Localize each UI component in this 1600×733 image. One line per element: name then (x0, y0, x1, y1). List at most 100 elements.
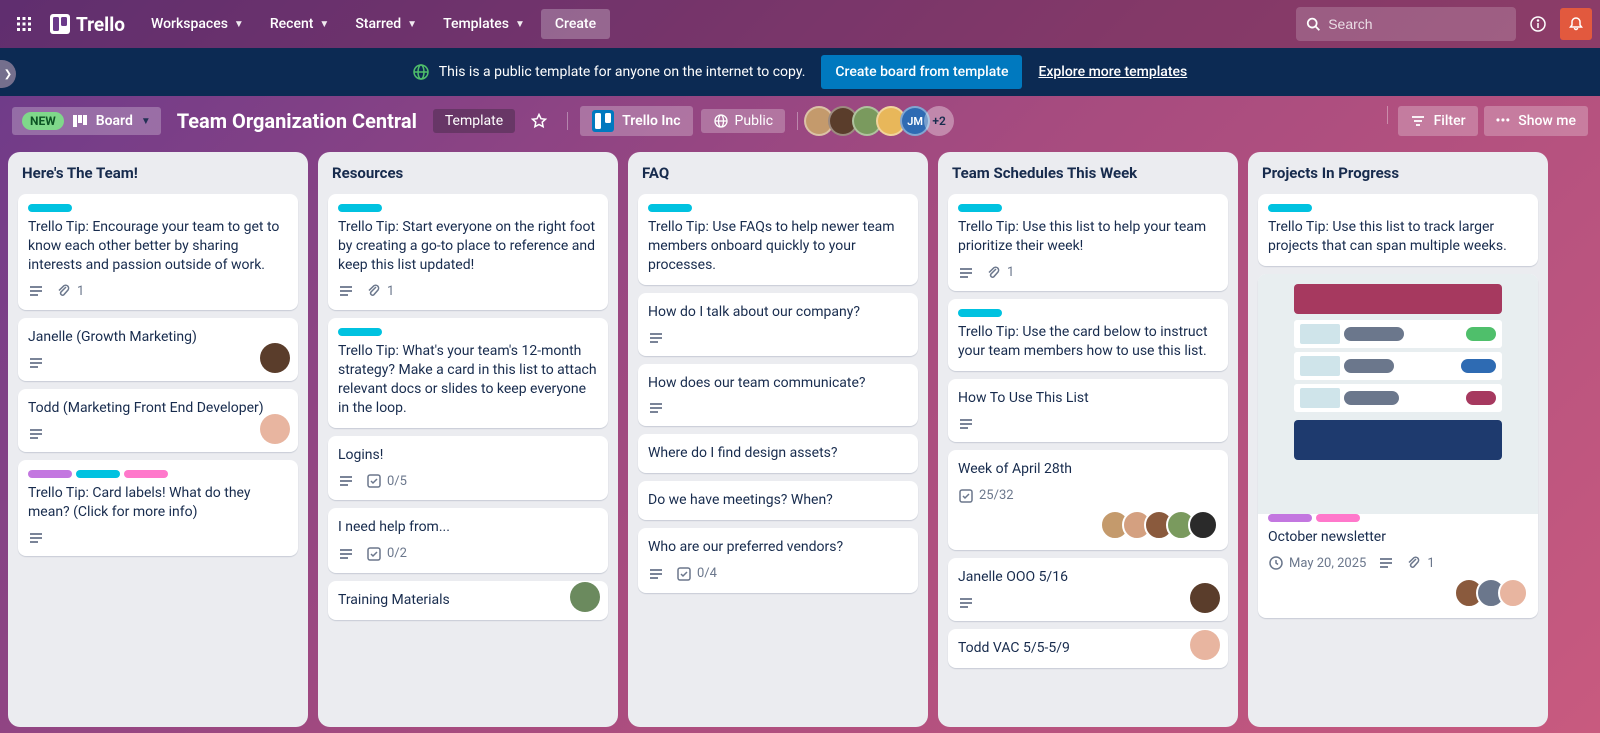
card[interactable]: Janelle (Growth Marketing) (18, 318, 298, 381)
card[interactable]: Week of April 28th25/32 (948, 450, 1228, 550)
list: Projects In Progress Trello Tip: Use this… (1248, 152, 1548, 727)
card[interactable]: Todd VAC 5/5-5/9 (948, 629, 1228, 668)
card-labels (648, 204, 908, 212)
card-title: I need help from... (338, 518, 598, 537)
card-badges: May 20, 20251 (1268, 555, 1528, 573)
description-icon (648, 330, 664, 346)
list-title[interactable]: Team Schedules This Week (948, 162, 1228, 186)
nav-menu-workspaces[interactable]: Workspaces▼ (139, 10, 256, 38)
board-view-switcher[interactable]: NEW Board ▼ (12, 107, 161, 135)
nav-menu-templates[interactable]: Templates▼ (431, 10, 537, 38)
card[interactable]: Todd (Marketing Front End Developer) (18, 389, 298, 452)
filter-button[interactable]: Filter (1398, 106, 1478, 136)
card[interactable]: Where do I find design assets? (638, 434, 918, 473)
card-label[interactable] (28, 204, 72, 212)
board-title[interactable]: Team Organization Central (169, 109, 425, 133)
checklist-icon (676, 566, 692, 582)
show-menu-button[interactable]: ••• Show me (1484, 106, 1588, 136)
card[interactable]: Janelle OOO 5/16 (948, 558, 1228, 621)
card[interactable]: Logins!0/5 (328, 436, 608, 500)
card-badges: 1 (338, 283, 598, 301)
card-labels (1268, 204, 1528, 212)
card[interactable]: Who are our preferred vendors?0/4 (638, 528, 918, 592)
card[interactable]: How To Use This List (948, 379, 1228, 442)
list-title[interactable]: Resources (328, 162, 608, 186)
nav-menu-starred[interactable]: Starred▼ (343, 10, 429, 38)
card[interactable]: Trello Tip: What's your team's 12-month … (328, 318, 608, 428)
workspace-chip[interactable]: Trello Inc (580, 106, 692, 136)
description-badge (648, 330, 664, 346)
card-badges (958, 416, 1218, 432)
card[interactable]: Trello Tip: Use this list to track large… (1258, 194, 1538, 266)
new-badge: NEW (22, 112, 64, 130)
card-title: How does our team communicate? (648, 374, 908, 393)
checklist-icon (958, 488, 974, 504)
card-label[interactable] (1268, 514, 1312, 522)
nav-menu-recent[interactable]: Recent▼ (258, 10, 341, 38)
card-member-avatar[interactable] (570, 582, 600, 612)
card-labels (28, 470, 288, 478)
card[interactable]: Trello Tip: Use FAQs to help newer team … (638, 194, 918, 285)
card-badges (958, 595, 1218, 611)
card-label[interactable] (648, 204, 692, 212)
card[interactable]: Trello Tip: Card labels! What do they me… (18, 460, 298, 556)
card-label[interactable] (338, 328, 382, 336)
list-title[interactable]: Projects In Progress (1258, 162, 1538, 186)
card[interactable]: Trello Tip: Encourage your team to get t… (18, 194, 298, 310)
search-box[interactable] (1296, 7, 1516, 41)
card[interactable]: Trello Tip: Start everyone on the right … (328, 194, 608, 310)
more-icon: ••• (1496, 113, 1511, 129)
card-label[interactable] (1316, 514, 1360, 522)
card[interactable]: How does our team communicate? (638, 364, 918, 427)
attachment-icon (56, 283, 72, 299)
list-title[interactable]: FAQ (638, 162, 918, 186)
apps-icon[interactable] (8, 8, 40, 40)
list: Resources Trello Tip: Start everyone on t… (318, 152, 618, 727)
trello-logo[interactable]: Trello (44, 13, 131, 36)
description-badge (338, 473, 354, 489)
board-view-icon (72, 113, 88, 129)
clock-icon (1268, 555, 1284, 571)
chevron-down-icon: ▼ (515, 19, 525, 30)
list-title[interactable]: Here's The Team! (18, 162, 298, 186)
card-member-avatar[interactable] (1498, 578, 1528, 608)
card[interactable]: I need help from... 0/2 (328, 508, 608, 572)
card[interactable]: Do we have meetings? When? (638, 481, 918, 520)
star-button[interactable] (523, 105, 555, 137)
template-chip[interactable]: Template (433, 109, 515, 133)
description-icon (338, 283, 354, 299)
card[interactable]: Training Materials (328, 581, 608, 620)
notifications-icon[interactable] (1560, 8, 1592, 40)
create-button[interactable]: Create (541, 9, 610, 39)
create-from-template-button[interactable]: Create board from template (821, 55, 1022, 89)
card-badges (648, 330, 908, 346)
card-label[interactable] (338, 204, 382, 212)
card-label[interactable] (28, 470, 72, 478)
card-label[interactable] (1268, 204, 1312, 212)
card-member-avatar[interactable] (1188, 510, 1218, 540)
checklist-badge: 0/2 (366, 545, 407, 563)
search-input[interactable] (1328, 16, 1506, 32)
board-canvas[interactable]: Here's The Team! Trello Tip: Encourage yo… (0, 146, 1600, 733)
card-label[interactable] (124, 470, 168, 478)
card-label[interactable] (76, 470, 120, 478)
info-icon[interactable] (1522, 8, 1554, 40)
member-avatar-more[interactable]: +2 (924, 106, 954, 136)
card-title: Janelle OOO 5/16 (958, 568, 1218, 587)
description-icon (28, 355, 44, 371)
card-label[interactable] (958, 204, 1002, 212)
description-icon (338, 546, 354, 562)
card[interactable]: How do I talk about our company? (638, 293, 918, 356)
explore-templates-link[interactable]: Explore more templates (1038, 64, 1187, 80)
card[interactable]: Trello Tip: Use this list to help your t… (948, 194, 1228, 291)
attachment-badge: 1 (1406, 555, 1434, 573)
card[interactable]: Trello Tip: Use the card below to instru… (948, 299, 1228, 371)
card-member-avatar[interactable] (260, 343, 290, 373)
board-members[interactable]: JM+2 (810, 106, 954, 136)
chevron-down-icon: ▼ (407, 19, 417, 30)
card[interactable]: October newsletterMay 20, 20251 (1258, 274, 1538, 618)
card-badges: 0/4 (648, 565, 908, 583)
visibility-chip[interactable]: Public (701, 109, 786, 133)
card-label[interactable] (958, 309, 1002, 317)
card-member-avatar[interactable] (260, 414, 290, 444)
